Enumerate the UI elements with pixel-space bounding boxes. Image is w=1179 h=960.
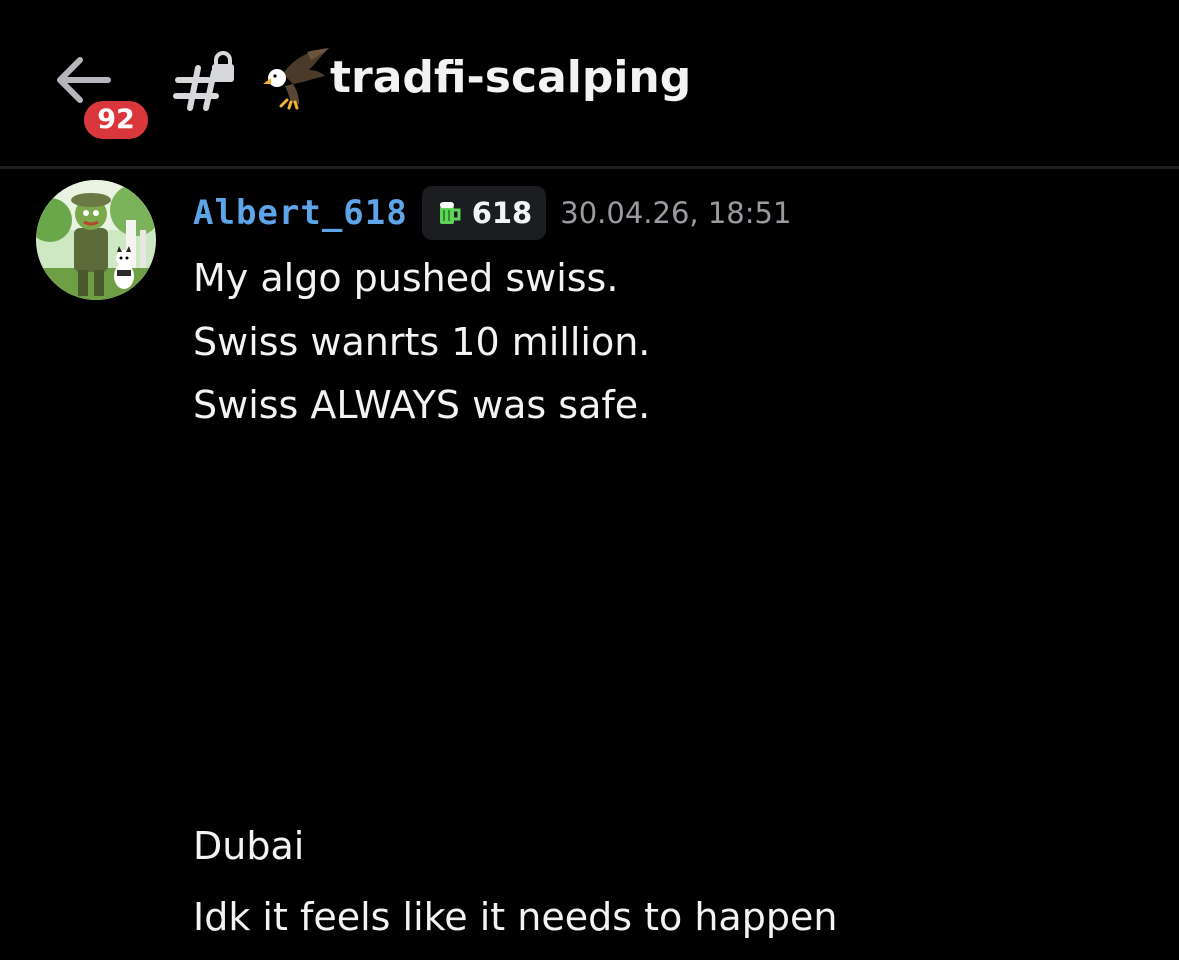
message-text-line: Swiss ALWAYS was safe. (193, 383, 651, 427)
header-divider (0, 166, 1179, 169)
server-tag-label: 618 (471, 196, 533, 230)
user-avatar[interactable] (36, 180, 156, 300)
author-username[interactable]: Albert_618 (193, 193, 408, 233)
message-meta: Albert_618 618 30.04.26, 18:51 (193, 186, 791, 240)
channel-title: tradfi-scalping (330, 52, 692, 103)
channel-header: 92 tradfi-scalping (0, 0, 1179, 166)
chat-screen: 92 tradfi-scalping Albert_618 618 30.04.… (0, 0, 1179, 960)
message-text-line: Dubai (193, 824, 305, 868)
locked-hash-icon (173, 51, 234, 111)
unread-count-badge[interactable]: 92 (80, 97, 152, 143)
server-tag[interactable]: 618 (421, 186, 547, 240)
avatar-image (36, 180, 156, 300)
message-text-line: My algo pushed swiss. (193, 256, 619, 300)
eagle-emoji-icon (263, 48, 329, 110)
message-text-line: Idk it feels like it needs to happen (193, 895, 838, 939)
message-timestamp: 30.04.26, 18:51 (560, 196, 792, 230)
beer-mug-icon (439, 202, 461, 224)
message-text-line: Swiss wanrts 10 million. (193, 320, 651, 364)
